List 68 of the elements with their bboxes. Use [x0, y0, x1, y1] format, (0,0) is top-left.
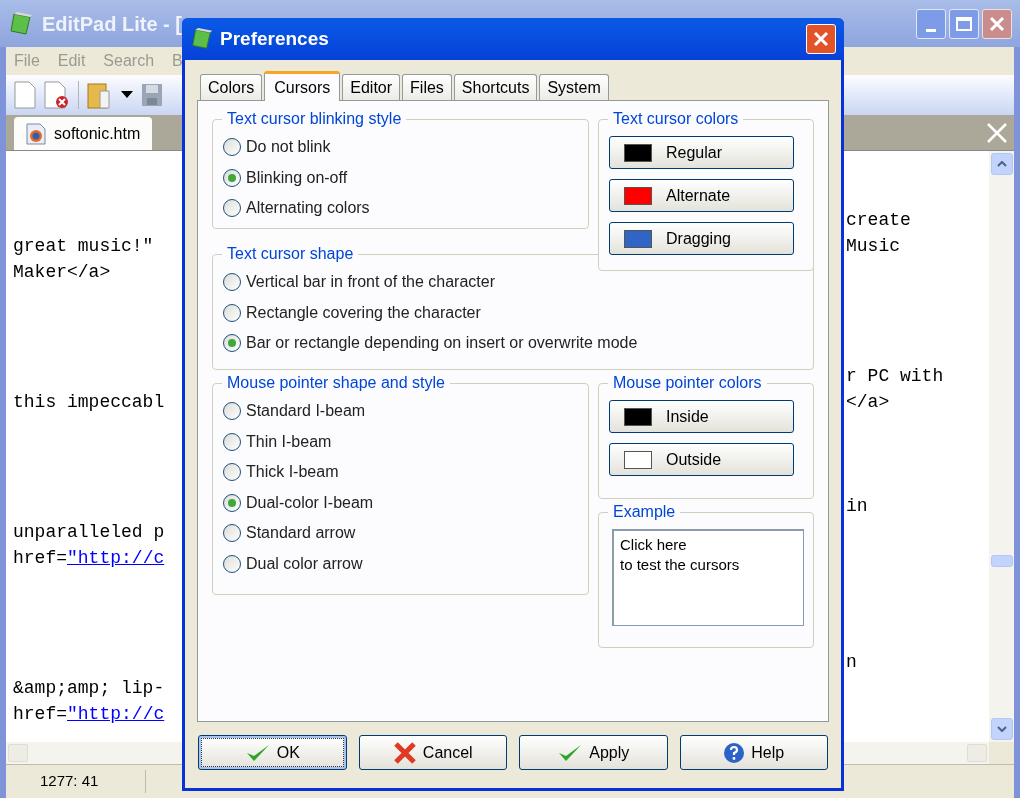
radio-option[interactable]: Dual color arrow — [223, 548, 578, 579]
radio-option[interactable]: Bar or rectangle depending on insert or overwrite mode — [223, 328, 803, 359]
minimize-button[interactable] — [916, 8, 946, 39]
example-text-area[interactable]: Click here to test the cursors — [612, 529, 804, 626]
radio-option[interactable]: Vertical bar in front of the character — [223, 267, 803, 298]
file-tab[interactable]: softonic.htm — [14, 117, 153, 150]
window-title: EditPad Lite - [ — [42, 11, 182, 37]
group-label: Example — [608, 502, 681, 522]
radio-button[interactable] — [223, 138, 241, 157]
tab[interactable]: Cursors — [264, 71, 341, 101]
radio-option[interactable]: Thick I-beam — [223, 457, 578, 488]
help-icon — [723, 741, 746, 764]
radio-button[interactable] — [223, 402, 241, 421]
radio-option[interactable]: Rectangle covering the character — [223, 297, 803, 328]
radio-option[interactable]: Thin I-beam — [223, 426, 578, 457]
radio-button[interactable] — [223, 303, 241, 322]
dropdown-arrow-icon[interactable] — [121, 91, 133, 99]
close-icon — [812, 30, 830, 48]
color-button[interactable]: Inside — [609, 400, 794, 433]
color-button[interactable]: Alternate — [609, 179, 794, 212]
close-button[interactable] — [982, 8, 1012, 39]
radio-option[interactable]: Dual-color I-beam — [223, 487, 578, 518]
notepad-icon — [190, 27, 214, 51]
notepad-icon — [8, 10, 34, 37]
radio-button[interactable] — [223, 199, 241, 218]
radio-button[interactable] — [223, 463, 241, 482]
scrollbar-thumb[interactable] — [990, 555, 1013, 567]
web-page-icon — [26, 122, 46, 145]
cursor-position: 1277: 41 — [6, 770, 146, 793]
radio-button[interactable] — [223, 334, 241, 353]
radio-button[interactable] — [223, 168, 241, 187]
vertical-scrollbar[interactable] — [989, 151, 1014, 742]
radio-button[interactable] — [223, 493, 241, 512]
group-label: Mouse pointer colors — [608, 373, 767, 393]
group-label: Text cursor shape — [222, 244, 359, 264]
radio-option[interactable]: Do not blink — [223, 132, 578, 163]
dialog-title: Preferences — [220, 26, 329, 51]
group-label: Mouse pointer shape and style — [222, 373, 450, 393]
tab[interactable]: Files — [402, 74, 452, 100]
radio-button[interactable] — [223, 273, 241, 292]
cross-icon — [392, 740, 417, 765]
save-icon[interactable] — [141, 83, 163, 107]
radio-button[interactable] — [223, 524, 241, 543]
tab[interactable]: Editor — [342, 74, 401, 100]
radio-option[interactable]: Standard arrow — [223, 518, 578, 549]
tab[interactable]: Colors — [200, 74, 263, 100]
radio-button[interactable] — [223, 432, 241, 451]
radio-option[interactable]: Standard I-beam — [223, 396, 578, 427]
group-label: Text cursor blinking style — [222, 109, 407, 129]
close-file-icon[interactable] — [44, 81, 70, 109]
dialog-button[interactable]: Help — [679, 735, 828, 770]
tab[interactable]: System — [539, 74, 609, 100]
color-button[interactable]: Dragging — [609, 222, 794, 255]
code-link: "http://c — [67, 546, 165, 570]
code-text: href= — [13, 702, 67, 726]
maximize-button[interactable] — [949, 8, 979, 39]
code-link: "http://c — [67, 702, 165, 726]
code-text: href= — [13, 546, 67, 570]
color-button[interactable]: Outside — [609, 443, 794, 476]
dialog-button[interactable]: Apply — [519, 735, 668, 770]
dialog-button[interactable]: OK — [198, 735, 347, 770]
dialog-button[interactable]: Cancel — [358, 735, 507, 770]
radio-option[interactable]: Alternating colors — [223, 193, 578, 224]
close-icon — [988, 14, 1006, 33]
radio-option[interactable]: Blinking on-off — [223, 162, 578, 193]
tab[interactable]: Shortcuts — [453, 74, 538, 100]
color-button[interactable]: Regular — [609, 136, 794, 169]
radio-button[interactable] — [223, 554, 241, 573]
